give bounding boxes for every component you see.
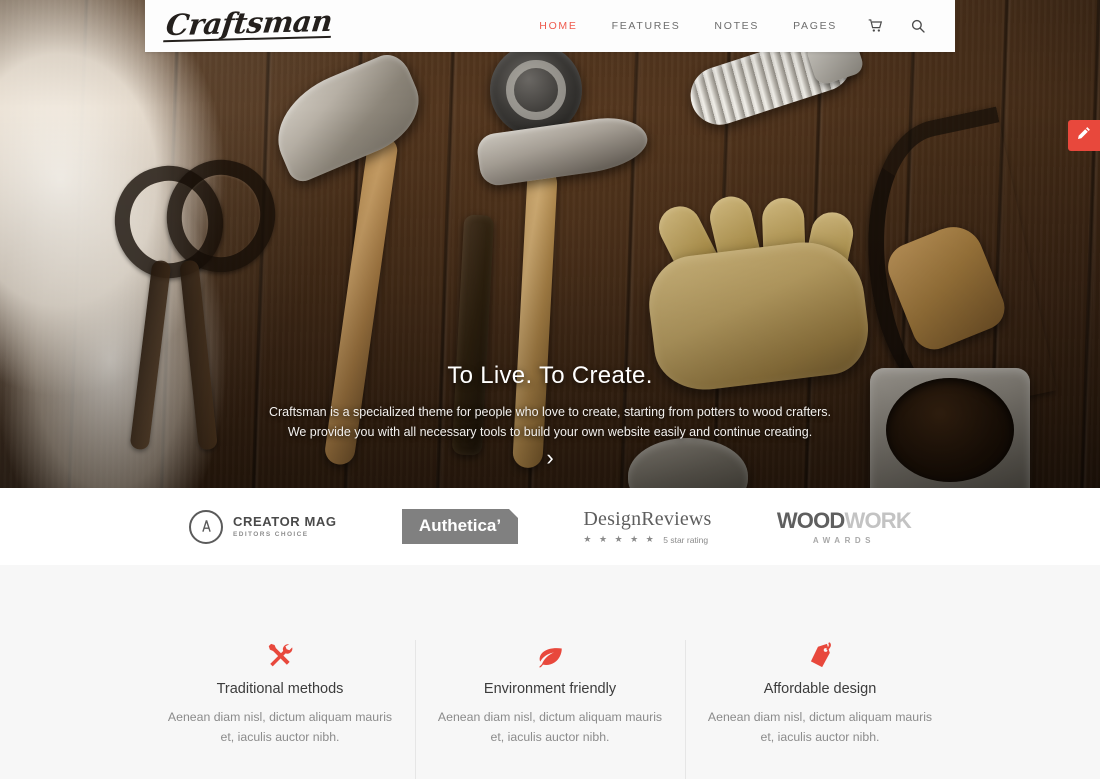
main-navigation: HOME FEATURES NOTES PAGES [522, 19, 939, 33]
feature-title: Traditional methods [216, 681, 344, 697]
hero-subtitle-line-2: We provide you with all necessary tools … [287, 425, 813, 440]
brand-creator-mag-tagline: EDITORS CHOICE [233, 531, 309, 539]
hammer-wrench-icon [167, 640, 393, 672]
brand-woodwork-tagline: AWARDS [812, 536, 875, 545]
brand-woodwork-awards: WOODWORK AWARDS [776, 508, 912, 545]
shopping-cart-icon[interactable] [854, 19, 897, 33]
site-logo-text: Craftsman [163, 3, 335, 42]
site-logo[interactable]: Craftsman [163, 3, 335, 47]
feature-affordable-design: Affordable design Aenean diam nisl, dict… [685, 640, 955, 779]
brand-creator-mag-name: CREATOR MAG [233, 513, 337, 529]
pencil-icon [1077, 126, 1091, 145]
hero-subtitle-line-1: Craftsman is a specialized theme for peo… [268, 405, 832, 419]
feature-description: Aenean diam nisl, dictum aliquam mauris … [167, 710, 393, 744]
nav-item-notes[interactable]: NOTES [697, 20, 776, 32]
chevron-right-icon[interactable]: › [546, 447, 553, 469]
feature-title: Affordable design [763, 681, 877, 697]
leaf-icon [437, 640, 663, 672]
features-section: Traditional methods Aenean diam nisl, di… [0, 565, 1100, 779]
brand-creator-mag: CREATOR MAG EDITORS CHOICE [189, 509, 337, 544]
nav-item-home[interactable]: HOME [522, 20, 594, 32]
nav-item-pages[interactable]: PAGES [776, 20, 854, 32]
hero-title: To Live. To Create. [447, 362, 653, 389]
hero-subtitle: Craftsman is a specialized theme for peo… [0, 402, 1100, 443]
star-rating-icons: ★ ★ ★ ★ ★ [583, 534, 657, 544]
site-header: Craftsman HOME FEATURES NOTES PAGES [145, 0, 955, 52]
brand-woodwork-name-dark: WOOD [776, 508, 845, 533]
search-icon[interactable] [897, 19, 939, 33]
feature-traditional-methods: Traditional methods Aenean diam nisl, di… [145, 640, 415, 748]
hero-copy: To Live. To Create. Craftsman is a speci… [0, 362, 1100, 443]
hero-scroll-arrow[interactable]: › [0, 447, 1100, 470]
page-root: Craftsman HOME FEATURES NOTES PAGES To L… [0, 0, 1100, 779]
brand-design-reviews-name: DesignReviews [583, 508, 712, 530]
feature-description: Aenean diam nisl, dictum aliquam mauris … [437, 710, 663, 744]
brand-woodwork-name-light: WORK [844, 508, 912, 533]
nav-item-features[interactable]: FEATURES [595, 20, 698, 32]
brand-design-reviews: DesignReviews ★ ★ ★ ★ ★ 5 star rating [583, 508, 711, 545]
price-tag-icon [707, 640, 933, 672]
brand-logo-strip: CREATOR MAG EDITORS CHOICE Authetica’ De… [0, 488, 1100, 565]
compass-circle-icon [189, 509, 223, 544]
feature-title: Environment friendly [483, 681, 617, 697]
feature-environment-friendly: Environment friendly Aenean diam nisl, d… [415, 640, 685, 779]
brand-design-reviews-rating-text: 5 star rating [663, 534, 709, 545]
brand-authetica: Authetica’ [401, 509, 519, 544]
edit-theme-tab-button[interactable] [1068, 120, 1100, 151]
feature-description: Aenean diam nisl, dictum aliquam mauris … [707, 710, 933, 744]
